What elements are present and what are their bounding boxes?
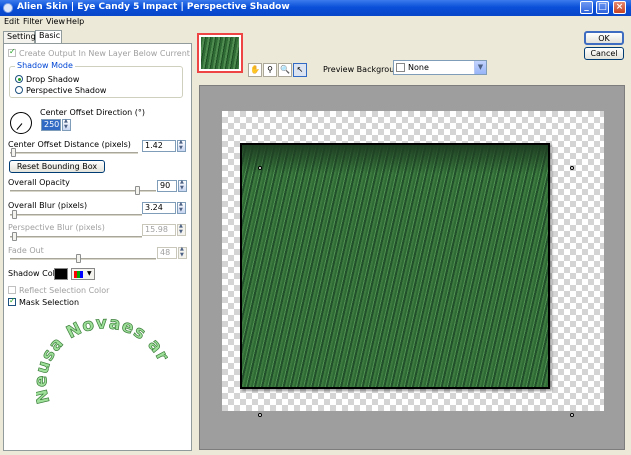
distance-input[interactable]: 1.42 xyxy=(142,140,176,152)
pointer-icon: ↖ xyxy=(296,65,304,74)
blur-slider-track[interactable] xyxy=(10,214,142,216)
menu-help[interactable]: Help xyxy=(66,17,84,26)
shadow-mode-group: Shadow Mode Drop Shadow Perspective Shad… xyxy=(9,61,183,98)
palette-grid-icon xyxy=(74,271,83,278)
maximize-button[interactable]: □ xyxy=(596,1,609,14)
fade-out-slider-track xyxy=(10,258,156,260)
zoom-icon: 🔍 xyxy=(280,65,290,74)
opacity-slider-thumb[interactable] xyxy=(135,186,140,195)
minimize-button[interactable]: _ xyxy=(580,1,593,14)
blur-input[interactable]: 3.24 xyxy=(142,202,176,214)
hand-icon: ✋ xyxy=(250,65,260,74)
grass-image-preview[interactable] xyxy=(240,143,550,389)
perspective-blur-slider-thumb xyxy=(12,232,17,241)
preview-panel: ✋ ⚲ 🔍 ↖ Preview Background: None ▼ OK Ca… xyxy=(193,28,631,455)
direction-dial[interactable] xyxy=(10,112,32,134)
reset-bounding-box-button[interactable]: Reset Bounding Box xyxy=(9,160,105,173)
navigator-button[interactable]: ⚲ xyxy=(263,63,277,77)
preview-background-select[interactable]: None ▼ xyxy=(393,60,487,75)
chevron-down-icon[interactable]: ▼ xyxy=(474,61,486,74)
perspective-blur-slider-track xyxy=(10,236,142,238)
app-icon[interactable] xyxy=(3,3,13,13)
preview-background-value: None xyxy=(408,63,429,72)
hand-tool-button[interactable]: ✋ xyxy=(248,63,262,77)
close-button[interactable]: × xyxy=(613,1,626,14)
distance-spinner[interactable] xyxy=(177,139,186,152)
bounding-handle-bottom-left[interactable] xyxy=(258,413,262,417)
fade-out-spinner xyxy=(178,246,187,259)
menu-edit[interactable]: Edit xyxy=(4,17,20,26)
create-output-checkbox[interactable] xyxy=(8,47,16,57)
window-title: Alien Skin | Eye Candy 5 Impact | Perspe… xyxy=(17,2,290,12)
direction-spinner[interactable] xyxy=(62,118,71,131)
blur-slider-thumb[interactable] xyxy=(12,210,17,219)
watermark-text: Neusa Novaes art by xyxy=(36,306,171,406)
perspective-blur-label: Perspective Blur (pixels) xyxy=(8,223,105,232)
distance-slider-track[interactable] xyxy=(10,152,138,154)
perspective-shadow-label: Perspective Shadow xyxy=(26,86,107,95)
overall-blur-label: Overall Blur (pixels) xyxy=(8,201,88,210)
bounding-handle-bottom-right[interactable] xyxy=(570,413,574,417)
zoom-tool-button[interactable]: 🔍 xyxy=(278,63,292,77)
watermark-signature: Neusa Novaes art by xyxy=(36,306,171,406)
center-offset-distance-label: Center Offset Distance (pixels) xyxy=(8,140,131,149)
fade-out-label: Fade Out xyxy=(8,246,44,255)
perspective-blur-spinner xyxy=(177,223,186,236)
create-output-label: Create Output In New Layer Below Current xyxy=(19,49,190,58)
opacity-input[interactable]: 90 xyxy=(157,180,177,192)
menu-filter[interactable]: Filter xyxy=(23,17,43,26)
bounding-handle-top-left[interactable] xyxy=(258,166,262,170)
ok-button[interactable]: OK xyxy=(584,31,624,45)
fade-out-slider-thumb xyxy=(76,254,81,263)
preview-canvas[interactable] xyxy=(199,85,625,450)
menu-view[interactable]: View xyxy=(46,17,65,26)
navigator-icon: ⚲ xyxy=(267,65,273,74)
overall-opacity-label: Overall Opacity xyxy=(8,178,70,187)
shadow-color-swatch[interactable] xyxy=(54,268,68,280)
title-bar: Alien Skin | Eye Candy 5 Impact | Perspe… xyxy=(0,0,631,16)
drop-shadow-radio[interactable] xyxy=(15,75,23,83)
center-offset-direction-label: Center Offset Direction (°) xyxy=(40,108,145,117)
controls-panel: Settings Basic Create Output In New Laye… xyxy=(0,28,193,455)
color-palette-dropdown[interactable]: ▼ xyxy=(71,268,95,280)
direction-input[interactable]: 250 xyxy=(41,119,61,131)
preset-thumbnail[interactable] xyxy=(197,33,243,73)
chevron-down-icon: ▼ xyxy=(87,270,92,277)
fade-out-input: 48 xyxy=(157,247,177,259)
tab-settings[interactable]: Settings xyxy=(3,31,40,43)
menu-bar: Edit Filter View Help xyxy=(0,16,631,28)
distance-slider-thumb[interactable] xyxy=(11,148,16,157)
background-swatch-icon xyxy=(396,63,405,72)
mask-selection-checkbox[interactable] xyxy=(8,296,16,306)
pointer-tool-button[interactable]: ↖ xyxy=(293,63,307,77)
perspective-blur-input: 15.98 xyxy=(142,224,176,236)
drop-shadow-label: Drop Shadow xyxy=(26,75,80,84)
reflect-selection-color-checkbox xyxy=(8,286,16,294)
opacity-spinner[interactable] xyxy=(178,179,187,192)
cancel-button[interactable]: Cancel xyxy=(584,47,624,60)
bounding-handle-top-right[interactable] xyxy=(570,166,574,170)
blur-spinner[interactable] xyxy=(177,201,186,214)
perspective-shadow-radio[interactable] xyxy=(15,86,23,94)
reflect-selection-color-label: Reflect Selection Color xyxy=(19,286,110,295)
shadow-mode-title: Shadow Mode xyxy=(15,61,75,70)
tab-basic[interactable]: Basic xyxy=(35,30,62,43)
